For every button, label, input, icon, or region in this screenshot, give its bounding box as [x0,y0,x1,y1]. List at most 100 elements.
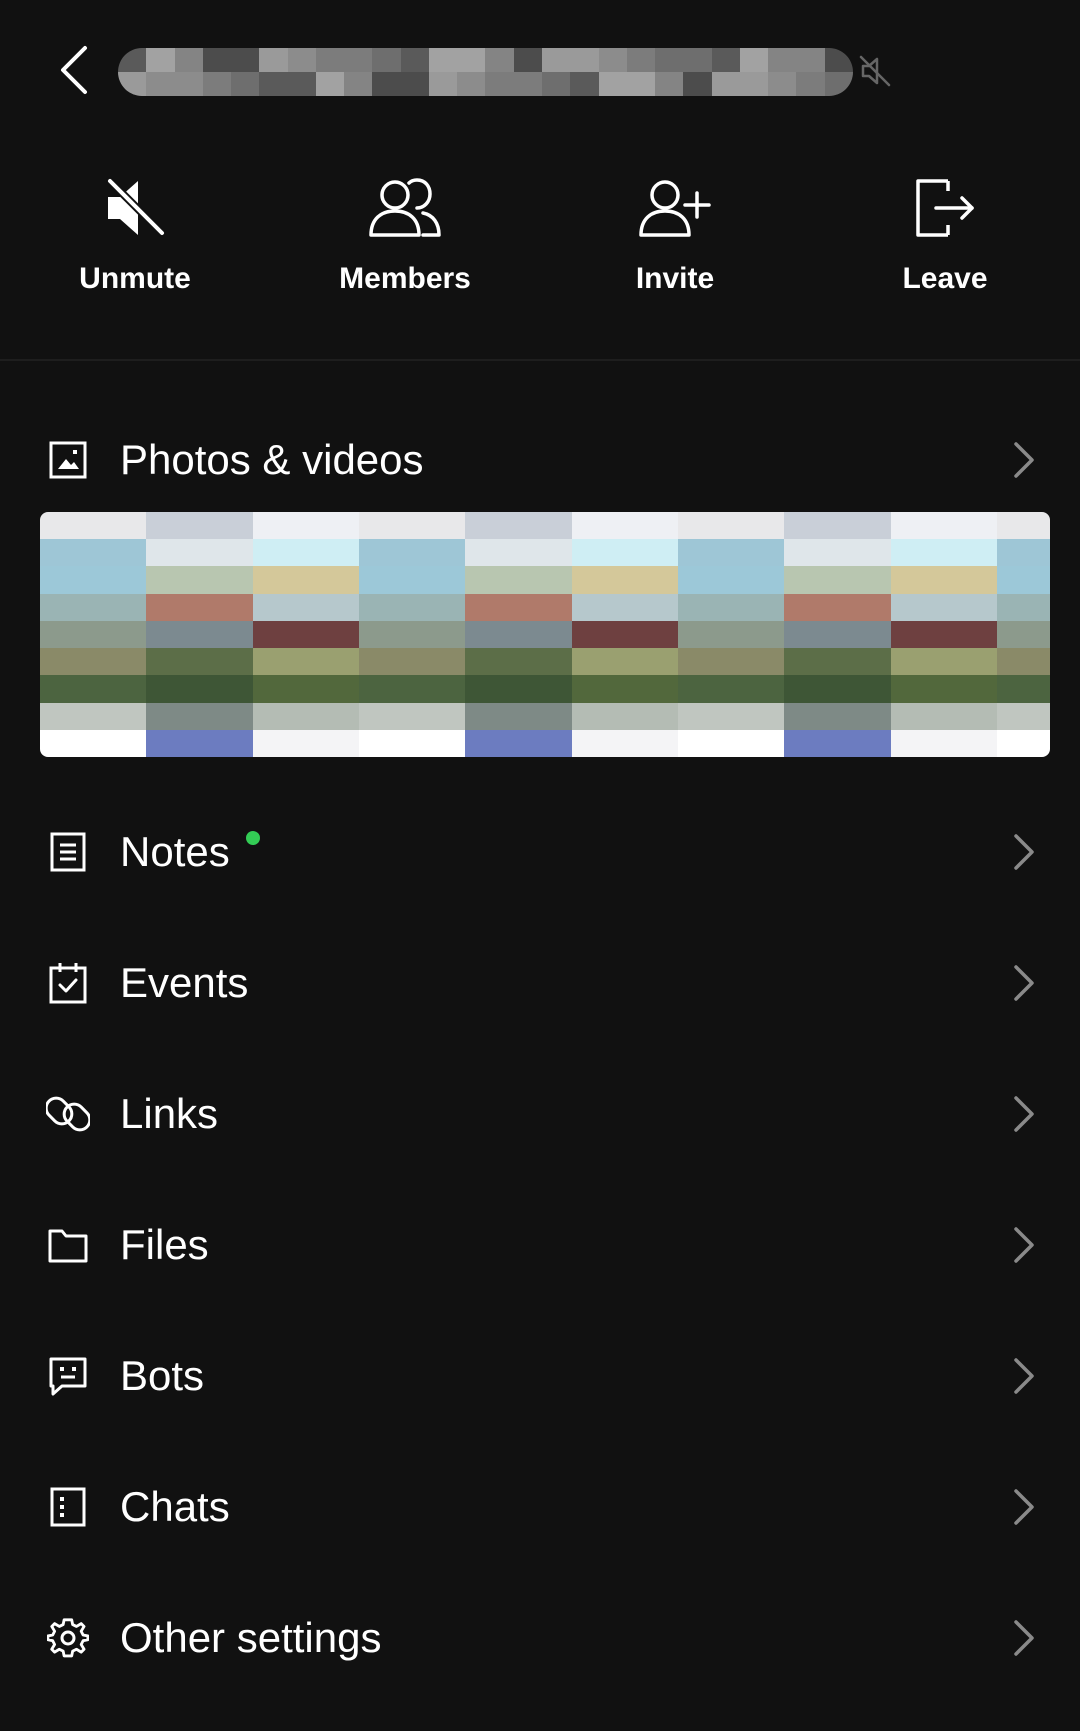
menu-item-links[interactable]: Links [0,1059,1080,1169]
media-thumbnails-obscured[interactable] [40,512,1050,757]
obscured-pixel [757,539,785,567]
obscured-pixel [231,72,260,96]
obscured-pixel [624,566,652,594]
obscured-pixel [146,566,173,594]
obscured-pixel [344,48,373,72]
obscured-pixel [66,512,94,540]
obscured-pixel [491,512,519,540]
menu-item-events[interactable]: Events [0,928,1080,1038]
obscured-pixel [279,675,306,703]
obscured-pixel [624,702,652,730]
obscured-pixel [385,702,413,730]
obscured-pixel [796,48,825,72]
obscured-pixel [40,566,67,594]
obscured-pixel [66,620,94,649]
obscured-pixel [146,593,173,621]
obscured-pixel [287,72,316,96]
obscured-pixel [465,620,492,649]
note-icon [50,832,86,872]
obscured-pixel [172,566,200,594]
obscured-pixel [651,620,678,649]
menu-item-bots[interactable]: Bots [0,1321,1080,1431]
obscured-pixel [358,729,386,757]
obscured-pixel [332,593,359,621]
obscured-pixel [970,566,997,594]
obscured-pixel [757,593,785,621]
obscured-pixel [651,648,678,676]
menu-item-label: Bots [120,1352,205,1399]
obscured-pixel [598,566,625,594]
obscured-pixel [226,675,253,703]
menu-item-other-settings[interactable]: Other settings [0,1583,1080,1693]
obscured-pixel [784,566,811,594]
obscured-pixel [119,675,147,703]
menu-item-label: Events [120,959,249,1006]
obscured-pixel [93,593,120,621]
obscured-pixel [93,702,120,730]
leave-button[interactable]: Leave [810,150,1080,310]
menu-item-files[interactable]: Files [0,1190,1080,1300]
obscured-pixel [655,48,684,72]
obscured-pixel [146,702,173,730]
obscured-pixel [358,620,386,649]
menu-item-label: Links [120,1090,219,1137]
obscured-pixel [279,539,306,567]
obscured-pixel [890,539,918,567]
obscured-pixel [837,512,864,540]
obscured-pixel [491,729,519,757]
obscured-pixel [739,72,769,96]
back-button[interactable] [44,40,104,100]
obscured-pixel [677,675,705,703]
obscured-pixel [438,702,466,730]
header [0,0,1080,140]
obscured-pixel [837,675,864,703]
obscured-pixel [890,593,918,621]
obscured-pixel [544,648,572,676]
obscured-pixel [996,512,1024,540]
menu-item-chats[interactable]: Chats [0,1452,1080,1562]
obscured-pixel [757,648,785,676]
obscured-pixel [428,48,458,72]
menu-item-photos-videos[interactable]: Photos & videos [0,405,1080,515]
obscured-pixel [305,566,333,594]
unmute-button[interactable]: Unmute [0,150,270,310]
obscured-pixel [624,729,652,757]
chat-title-obscured [118,48,853,96]
obscured-pixel [40,593,67,621]
obscured-pixel [863,729,891,757]
obscured-pixel [172,648,200,676]
obscured-pixel [172,702,200,730]
obscured-pixel [252,702,280,730]
obscured-pixel [412,729,439,757]
obscured-pixel [412,675,439,703]
members-button[interactable]: Members [270,150,540,310]
obscured-pixel [757,702,785,730]
obscured-pixel [1023,702,1050,730]
obscured-pixel [810,566,838,594]
obscured-pixel [837,539,864,567]
obscured-pixel [412,702,439,730]
obscured-pixel [890,729,918,757]
invite-button[interactable]: Invite [540,150,810,310]
obscured-pixel [119,512,147,540]
chevron-right-icon [1014,1096,1034,1132]
obscured-pixel [518,512,545,540]
obscured-pixel [863,512,891,540]
obscured-pixel [172,729,200,757]
obscured-pixel [598,729,625,757]
obscured-pixel [704,539,732,567]
obscured-pixel [757,675,785,703]
obscured-pixel [970,539,997,567]
obscured-pixel [731,702,758,730]
obscured-pixel [571,512,599,540]
menu-item-notes[interactable]: Notes [0,797,1080,907]
obscured-pixel [824,72,853,96]
obscured-pixel [66,648,94,676]
obscured-pixel [943,593,971,621]
obscured-pixel [626,72,656,96]
obscured-pixel [598,48,627,72]
obscured-pixel [174,72,203,96]
obscured-pixel [943,539,971,567]
obscured-pixel [1023,648,1050,676]
obscured-pixel [542,72,571,96]
